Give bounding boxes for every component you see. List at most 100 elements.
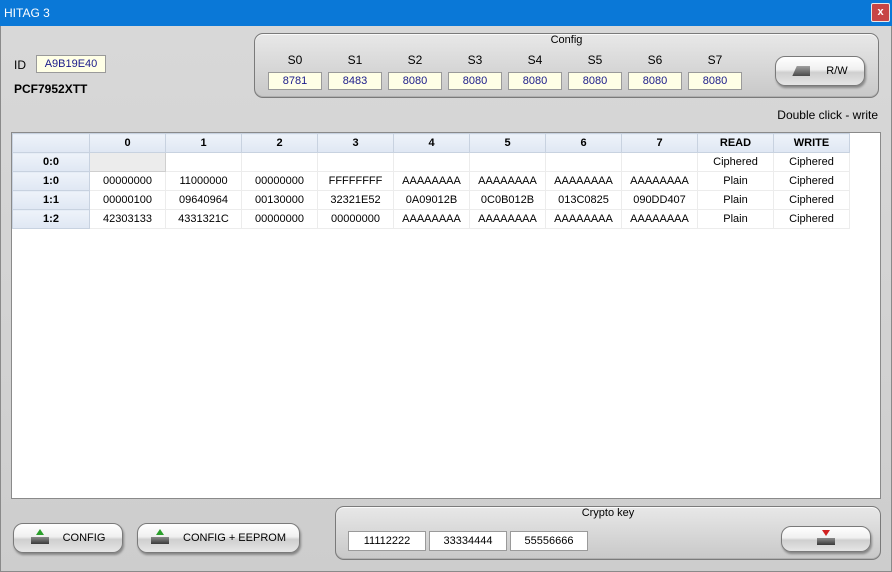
table-cell[interactable]: 0C0B012B [469, 190, 546, 210]
table-cell[interactable]: AAAAAAAA [393, 171, 470, 191]
crypto-key-field-3[interactable]: 55556666 [510, 531, 588, 551]
table-cell[interactable]: 090DD407 [621, 190, 698, 210]
close-button[interactable]: x [871, 3, 890, 22]
column-header[interactable]: 1 [165, 133, 242, 153]
config-s1-field[interactable]: 8483 [328, 72, 382, 90]
table-cell[interactable]: 00000000 [241, 171, 318, 191]
table-cell[interactable]: AAAAAAAA [393, 209, 470, 229]
config-s0-field[interactable]: 8781 [268, 72, 322, 90]
config-s6-label: S6 [647, 53, 663, 67]
column-header[interactable]: WRITE [773, 133, 850, 153]
download-icon [817, 530, 835, 545]
column-header[interactable]: READ [697, 133, 774, 153]
table-cell[interactable]: FFFFFFFF [317, 171, 394, 191]
table-cell[interactable] [317, 152, 394, 172]
config-s2-field[interactable]: 8080 [388, 72, 442, 90]
write-mode-cell[interactable]: Ciphered [773, 152, 850, 172]
table-header-row: 0 1 2 3 4 5 6 7 READ WRITE [12, 133, 850, 153]
table-cell[interactable] [545, 152, 622, 172]
table-cell[interactable]: 09640964 [165, 190, 242, 210]
window-title: HITAG 3 [4, 6, 50, 20]
table-cell[interactable]: AAAAAAAA [545, 209, 622, 229]
memory-grid[interactable]: 0 1 2 3 4 5 6 7 READ WRITE 0:0 Ciphered … [11, 132, 881, 499]
config-s5-field[interactable]: 8080 [568, 72, 622, 90]
memory-table: 0 1 2 3 4 5 6 7 READ WRITE 0:0 Ciphered … [12, 133, 850, 229]
table-cell[interactable]: 00000000 [89, 171, 166, 191]
id-value-field[interactable]: A9B19E40 [36, 55, 106, 73]
write-config-eeprom-button[interactable]: CONFIG + EEPROM [137, 523, 300, 553]
id-label: ID [14, 58, 26, 72]
table-cell[interactable]: AAAAAAAA [469, 171, 546, 191]
config-panel: Config S0 8781 S1 8483 S2 8080 S3 8080 S… [254, 33, 879, 98]
upload-icon [151, 529, 169, 544]
table-cell[interactable]: 00000100 [89, 190, 166, 210]
config-s4-label: S4 [527, 53, 543, 67]
config-s3-label: S3 [467, 53, 483, 67]
table-cell[interactable]: 11000000 [165, 171, 242, 191]
table-cell[interactable]: 0A09012B [393, 190, 470, 210]
double-click-hint: Double click - write [777, 108, 878, 122]
crypto-panel-title: Crypto key [581, 507, 635, 519]
config-s2-label: S2 [407, 53, 423, 67]
table-row: 1:0 00000000 11000000 00000000 FFFFFFFF … [12, 171, 850, 191]
table-cell[interactable] [393, 152, 470, 172]
config-eeprom-button-label: CONFIG + EEPROM [183, 532, 286, 544]
write-mode-cell[interactable]: Ciphered [773, 171, 850, 191]
chip-icon [792, 66, 811, 76]
table-cell[interactable]: AAAAAAAA [621, 209, 698, 229]
config-s6-field[interactable]: 8080 [628, 72, 682, 90]
config-s7-label: S7 [707, 53, 723, 67]
table-cell[interactable]: AAAAAAAA [545, 171, 622, 191]
table-cell[interactable]: AAAAAAAA [621, 171, 698, 191]
column-header[interactable]: 7 [621, 133, 698, 153]
config-s0-label: S0 [287, 53, 303, 67]
table-cell[interactable]: 013C0825 [545, 190, 622, 210]
column-header[interactable]: 3 [317, 133, 394, 153]
read-mode-cell[interactable]: Plain [697, 190, 774, 210]
table-cell[interactable] [165, 152, 242, 172]
table-cell[interactable] [89, 152, 166, 172]
crypto-key-field-1[interactable]: 11112222 [348, 531, 426, 551]
table-cell[interactable] [469, 152, 546, 172]
read-mode-cell[interactable]: Plain [697, 209, 774, 229]
row-header[interactable]: 0:0 [12, 152, 90, 172]
read-write-config-button[interactable]: R/W [775, 56, 865, 86]
table-cell[interactable]: 00000000 [241, 209, 318, 229]
read-mode-cell[interactable]: Ciphered [697, 152, 774, 172]
row-header[interactable]: 1:0 [12, 171, 90, 191]
config-s4-field[interactable]: 8080 [508, 72, 562, 90]
row-header[interactable]: 1:2 [12, 209, 90, 229]
table-cell[interactable] [621, 152, 698, 172]
table-cell[interactable]: 00130000 [241, 190, 318, 210]
table-cell[interactable]: 00000000 [317, 209, 394, 229]
table-cell[interactable] [241, 152, 318, 172]
table-cell[interactable]: 4331321C [165, 209, 242, 229]
column-header[interactable]: 6 [545, 133, 622, 153]
row-header[interactable]: 1:1 [12, 190, 90, 210]
column-header[interactable]: 5 [469, 133, 546, 153]
column-header[interactable]: 4 [393, 133, 470, 153]
config-s1-label: S1 [347, 53, 363, 67]
upload-icon [30, 529, 49, 544]
chip-type-label: PCF7952XTT [14, 82, 88, 96]
config-panel-title: Config [550, 34, 583, 46]
config-s7-field[interactable]: 8080 [688, 72, 742, 90]
table-cell[interactable]: AAAAAAAA [469, 209, 546, 229]
write-mode-cell[interactable]: Ciphered [773, 190, 850, 210]
title-bar: HITAG 3 x [0, 0, 892, 26]
read-mode-cell[interactable]: Plain [697, 171, 774, 191]
write-config-button[interactable]: CONFIG [13, 523, 123, 553]
table-cell[interactable]: 42303133 [89, 209, 166, 229]
rw-button-label: R/W [826, 65, 848, 77]
write-crypto-key-button[interactable] [781, 526, 871, 552]
column-header [12, 133, 90, 153]
write-mode-cell[interactable]: Ciphered [773, 209, 850, 229]
config-s3-field[interactable]: 8080 [448, 72, 502, 90]
config-button-label: CONFIG [62, 532, 106, 544]
crypto-key-panel: Crypto key 11112222 33334444 55556666 [335, 506, 881, 560]
table-row: 0:0 Ciphered Ciphered [12, 152, 850, 172]
crypto-key-field-2[interactable]: 33334444 [429, 531, 507, 551]
table-cell[interactable]: 32321E52 [317, 190, 394, 210]
column-header[interactable]: 2 [241, 133, 318, 153]
column-header[interactable]: 0 [89, 133, 166, 153]
